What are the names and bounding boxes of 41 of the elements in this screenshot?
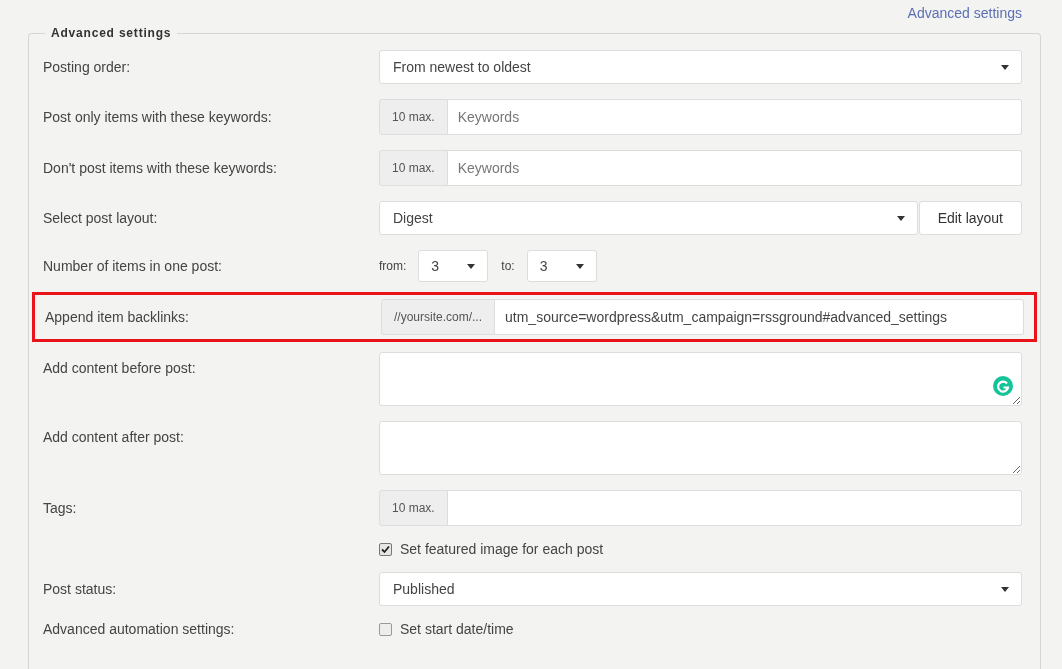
input-addon: //yoursite.com/... [381,299,496,335]
edit-layout-button[interactable]: Edit layout [918,201,1022,235]
field-label: Add content before post: [43,359,197,376]
checkbox-label: Set start date/time [400,621,514,637]
input-field[interactable] [447,490,1022,526]
assistant-badge-icon[interactable] [993,376,1013,396]
dropdown[interactable]: 3 [526,250,597,282]
caret-icon [1001,64,1009,70]
caret-icon [896,215,905,221]
field-label: Posting order: [43,59,132,75]
field-label: Don't post items with these keywords: [43,160,278,176]
dropdown[interactable]: Digest [379,201,918,235]
field-label: Post status: [43,581,118,597]
checkbox[interactable] [379,622,392,636]
from-label: from: [379,259,407,273]
input-addon: 10 max. [379,99,448,135]
text-area[interactable] [379,352,1022,406]
caret-icon [575,263,584,269]
field-label: Append item backlinks: [45,309,190,325]
field-label: Advanced automation settings: [43,621,236,637]
checkbox[interactable] [379,542,392,556]
text-area[interactable] [379,421,1022,475]
field-label: Tags: [43,500,78,516]
field-label: Add content after post: [43,428,185,445]
caret-icon [467,263,476,269]
checkbox-label: Set featured image for each post [400,541,604,557]
input-field[interactable]: Keywords [447,150,1022,186]
input-field[interactable]: Keywords [447,99,1022,135]
input-addon: 10 max. [379,490,448,526]
input-addon: 10 max. [379,150,448,186]
field-label: Post only items with these keywords: [43,109,273,125]
to-label: to: [501,259,515,273]
input-field[interactable]: utm_source=wordpress&utm_campaign=rssground#advanced_settings [495,299,1024,335]
field-label: Number of items in one post: [43,258,223,274]
dropdown[interactable]: From newest to oldest [379,50,1022,84]
caret-icon [1001,586,1009,592]
field-label: Select post layout: [43,210,159,226]
dropdown[interactable]: 3 [418,250,489,282]
dropdown[interactable]: Published [379,572,1022,606]
panel-title: Advanced settings [50,26,173,40]
advanced-settings-link[interactable]: Advanced settings [907,5,1022,26]
